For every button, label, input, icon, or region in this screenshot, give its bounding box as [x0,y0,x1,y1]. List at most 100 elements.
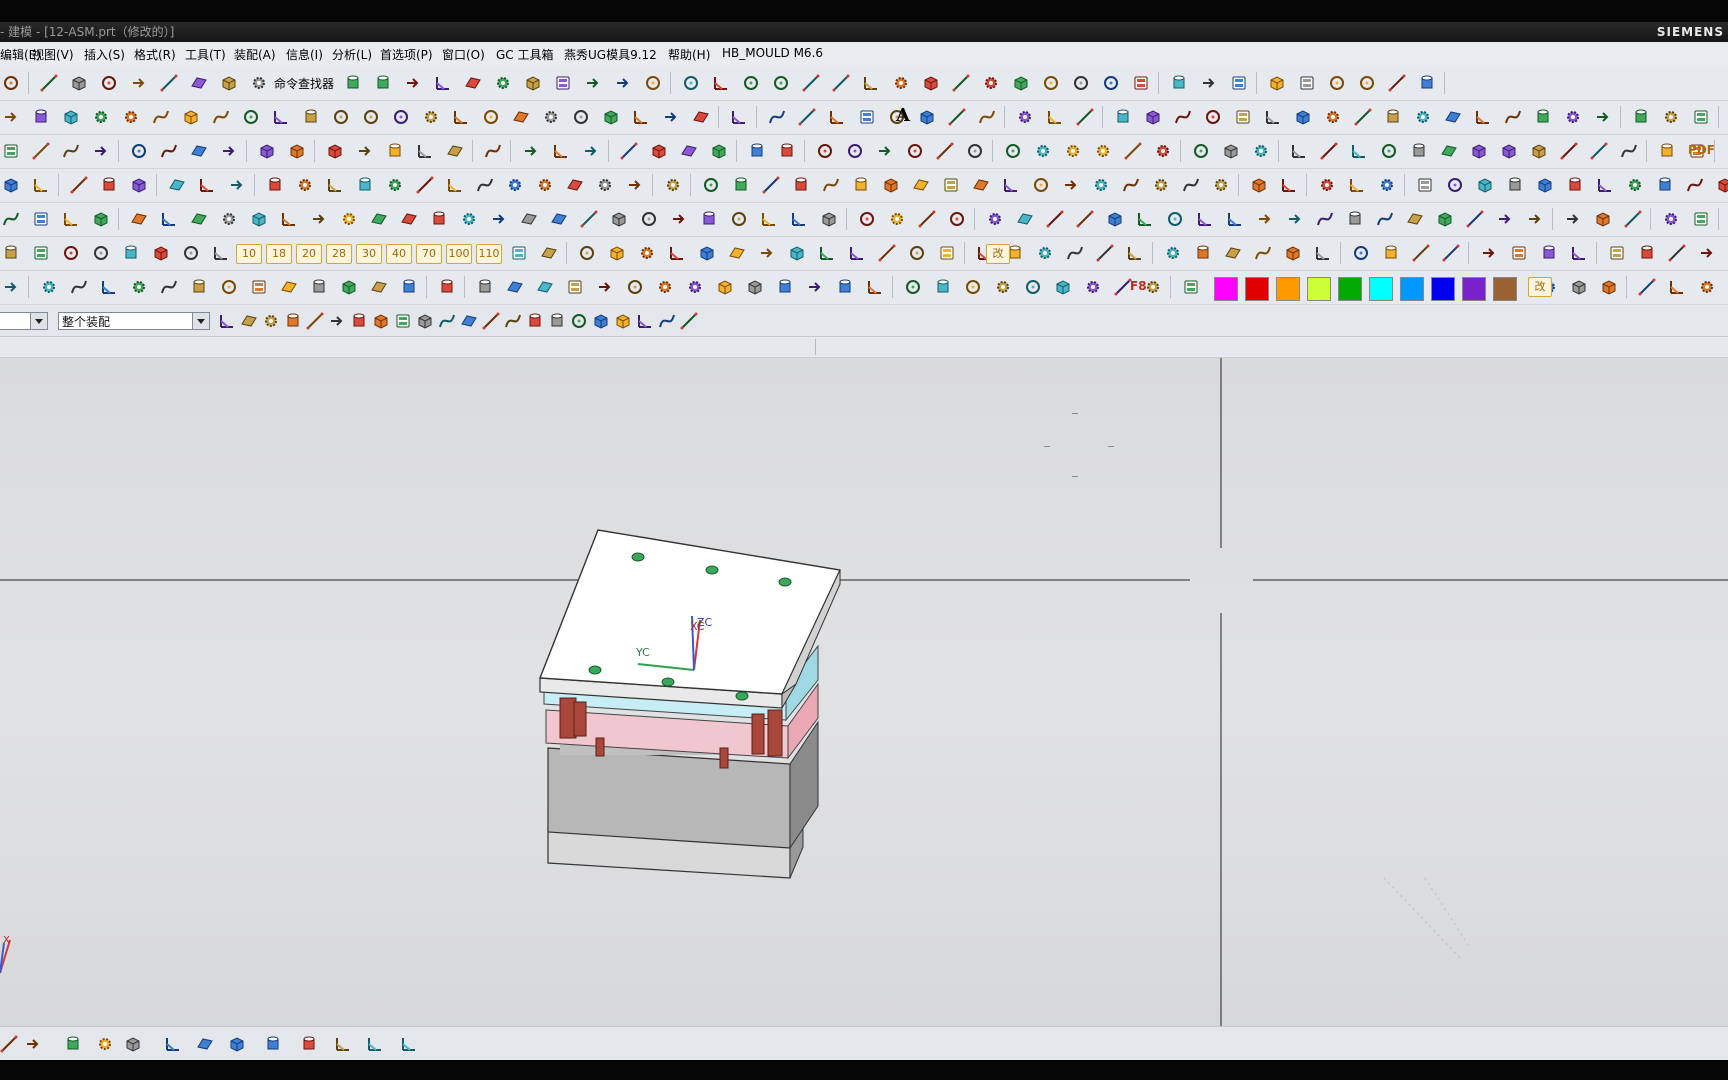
line-icon[interactable] [1442,244,1460,262]
arrow-icon[interactable] [626,176,644,194]
block-icon[interactable] [698,244,716,262]
gear-icon[interactable] [656,278,674,296]
line-icon[interactable] [1412,244,1430,262]
text-tool-button[interactable]: A [896,105,910,126]
circle-icon[interactable] [242,108,260,126]
cylinder-icon[interactable] [526,312,544,330]
arrow-icon[interactable] [1594,108,1612,126]
cylinder-icon[interactable] [1658,142,1676,160]
plate-icon[interactable] [858,108,876,126]
line-icon[interactable] [1124,142,1142,160]
sheet-icon[interactable] [168,176,186,194]
block-icon[interactable] [1600,278,1618,296]
cylinder-icon[interactable] [476,278,494,296]
gear-icon[interactable] [994,278,1012,296]
gear-icon[interactable] [638,244,656,262]
menu-item[interactable]: 视图(V) [32,46,74,63]
block-icon[interactable] [182,108,200,126]
cylinder-icon[interactable] [776,278,794,296]
sheet-icon[interactable] [506,278,524,296]
cylinder-icon[interactable] [1114,108,1132,126]
line-icon[interactable] [918,210,936,228]
cylinder-icon[interactable] [302,108,320,126]
cylinder-icon[interactable] [748,142,766,160]
circle-icon[interactable] [1204,108,1222,126]
cylinder-icon[interactable] [374,74,392,92]
angle-icon[interactable] [1668,278,1686,296]
arrow-icon[interactable] [1256,210,1274,228]
circle-icon[interactable] [1192,142,1210,160]
angle-icon[interactable] [712,74,730,92]
cylinder-icon[interactable] [1410,142,1428,160]
line-icon[interactable] [1590,142,1608,160]
arrow-icon[interactable] [92,142,110,160]
block-icon[interactable] [1436,210,1454,228]
line-icon[interactable] [1076,108,1094,126]
plate-icon[interactable] [1692,108,1710,126]
angle-icon[interactable] [334,1035,352,1053]
gear-icon[interactable] [422,108,440,126]
circle-icon[interactable] [742,74,760,92]
angle-icon[interactable] [452,108,470,126]
cylinder-icon[interactable] [190,278,208,296]
circle-icon[interactable] [578,244,596,262]
menu-item[interactable]: 窗口(O) [442,46,485,63]
gear-icon[interactable] [1662,108,1680,126]
cylinder-icon[interactable] [1506,176,1524,194]
block-icon[interactable] [372,312,390,330]
angle-icon[interactable] [1226,210,1244,228]
color-swatch[interactable] [1493,277,1517,301]
block-icon[interactable] [326,142,344,160]
angle-icon[interactable] [862,74,880,92]
gear-icon[interactable] [542,108,560,126]
circle-icon[interactable] [62,244,80,262]
gear-icon[interactable] [1152,176,1170,194]
circle-icon[interactable] [626,278,644,296]
block-icon[interactable] [524,74,542,92]
plate-icon[interactable] [394,312,412,330]
angle-icon[interactable] [164,1035,182,1053]
line-icon[interactable] [1560,142,1578,160]
angle-icon[interactable] [1314,244,1332,262]
sheet-icon[interactable] [912,176,930,194]
circle-icon[interactable] [1004,142,1022,160]
menu-item[interactable]: 工具(T) [185,46,226,63]
refresh-f8-button[interactable]: F8 [1130,279,1147,293]
circle-icon[interactable] [640,210,658,228]
sheet-icon[interactable] [512,108,530,126]
cylinder-icon[interactable] [310,278,328,296]
angle-icon[interactable] [1290,142,1308,160]
gear-icon[interactable] [340,210,358,228]
circle-icon[interactable] [644,74,662,92]
line-icon[interactable] [32,142,50,160]
angle-icon[interactable] [668,244,686,262]
circle-icon[interactable] [1358,74,1376,92]
gear-icon[interactable] [1036,244,1054,262]
plate-icon[interactable] [510,244,528,262]
gear-icon[interactable] [1698,278,1716,296]
gear-icon[interactable] [122,108,140,126]
arrow-icon[interactable] [670,210,688,228]
size-preset-button[interactable]: 30 [356,244,382,264]
cylinder-icon[interactable] [264,1035,282,1053]
plate-icon[interactable] [250,278,268,296]
angle-icon[interactable] [828,108,846,126]
arrow-icon[interactable] [404,74,422,92]
line-icon[interactable] [1046,210,1064,228]
circle-icon[interactable] [2,74,20,92]
block-icon[interactable] [1250,176,1268,194]
block-icon[interactable] [258,142,276,160]
arrow-icon[interactable] [2,278,20,296]
cylinder-icon[interactable] [300,1035,318,1053]
cylinder-icon[interactable] [266,176,284,194]
gear-icon[interactable] [1318,176,1336,194]
size-preset-button[interactable]: 10 [236,244,262,264]
sheet-icon[interactable] [1440,142,1458,160]
sheet-icon[interactable] [680,142,698,160]
sheet-icon[interactable] [446,142,464,160]
circle-icon[interactable] [904,278,922,296]
sheet-icon[interactable] [240,312,258,330]
gear-icon[interactable] [1662,210,1680,228]
curve-icon[interactable] [476,176,494,194]
menu-item[interactable]: 首选项(P) [380,46,433,63]
